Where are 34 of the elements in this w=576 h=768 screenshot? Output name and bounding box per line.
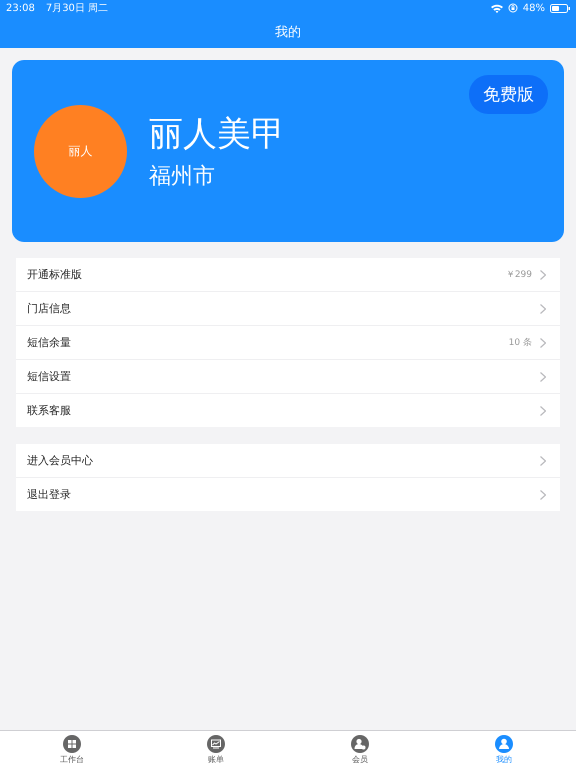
tab[interactable]: 工作台 (0, 731, 144, 768)
status-date: 7月30日 周二 (46, 2, 108, 15)
member-icon (351, 734, 369, 752)
menu-item[interactable]: 退出登录 (16, 478, 560, 511)
menu-item[interactable]: 进入会员中心 (16, 444, 560, 478)
chevron-icon (540, 456, 546, 466)
chevron-icon (540, 304, 546, 314)
menu-item[interactable]: 门店信息 (16, 292, 560, 326)
grid-icon (63, 734, 81, 752)
chevron-icon (540, 406, 546, 416)
store-city: 福州市 (149, 163, 216, 191)
battery-icon (550, 4, 570, 12)
chevron-icon (540, 372, 546, 382)
chevron-icon (540, 338, 546, 348)
chart-icon (207, 734, 225, 752)
status-time: 23:08 (6, 2, 35, 14)
menu-item-value: 10 条 (508, 336, 532, 349)
menu-item[interactable]: 开通标准版 ￥299 (16, 258, 560, 292)
store-name: 丽人美甲 (149, 113, 285, 156)
tab[interactable]: 账单 (144, 731, 288, 768)
chevron-icon (540, 490, 546, 500)
menu-item[interactable]: 短信设置 (16, 360, 560, 394)
menu-item[interactable]: 联系客服 (16, 394, 560, 427)
wifi-icon (490, 4, 503, 12)
person-icon (495, 734, 513, 752)
battery-percent: 48% (522, 2, 545, 14)
lock-rotation-icon (508, 3, 518, 13)
plan-badge: 免费版 (469, 75, 548, 114)
menu-item-value: ￥299 (506, 269, 532, 281)
tab[interactable]: 会员 (288, 731, 432, 768)
chevron-icon (540, 270, 546, 280)
avatar: 丽人 (34, 104, 127, 198)
page-title: 我的 (274, 24, 302, 42)
menu-item[interactable]: 短信余量 10 条 (16, 326, 560, 360)
